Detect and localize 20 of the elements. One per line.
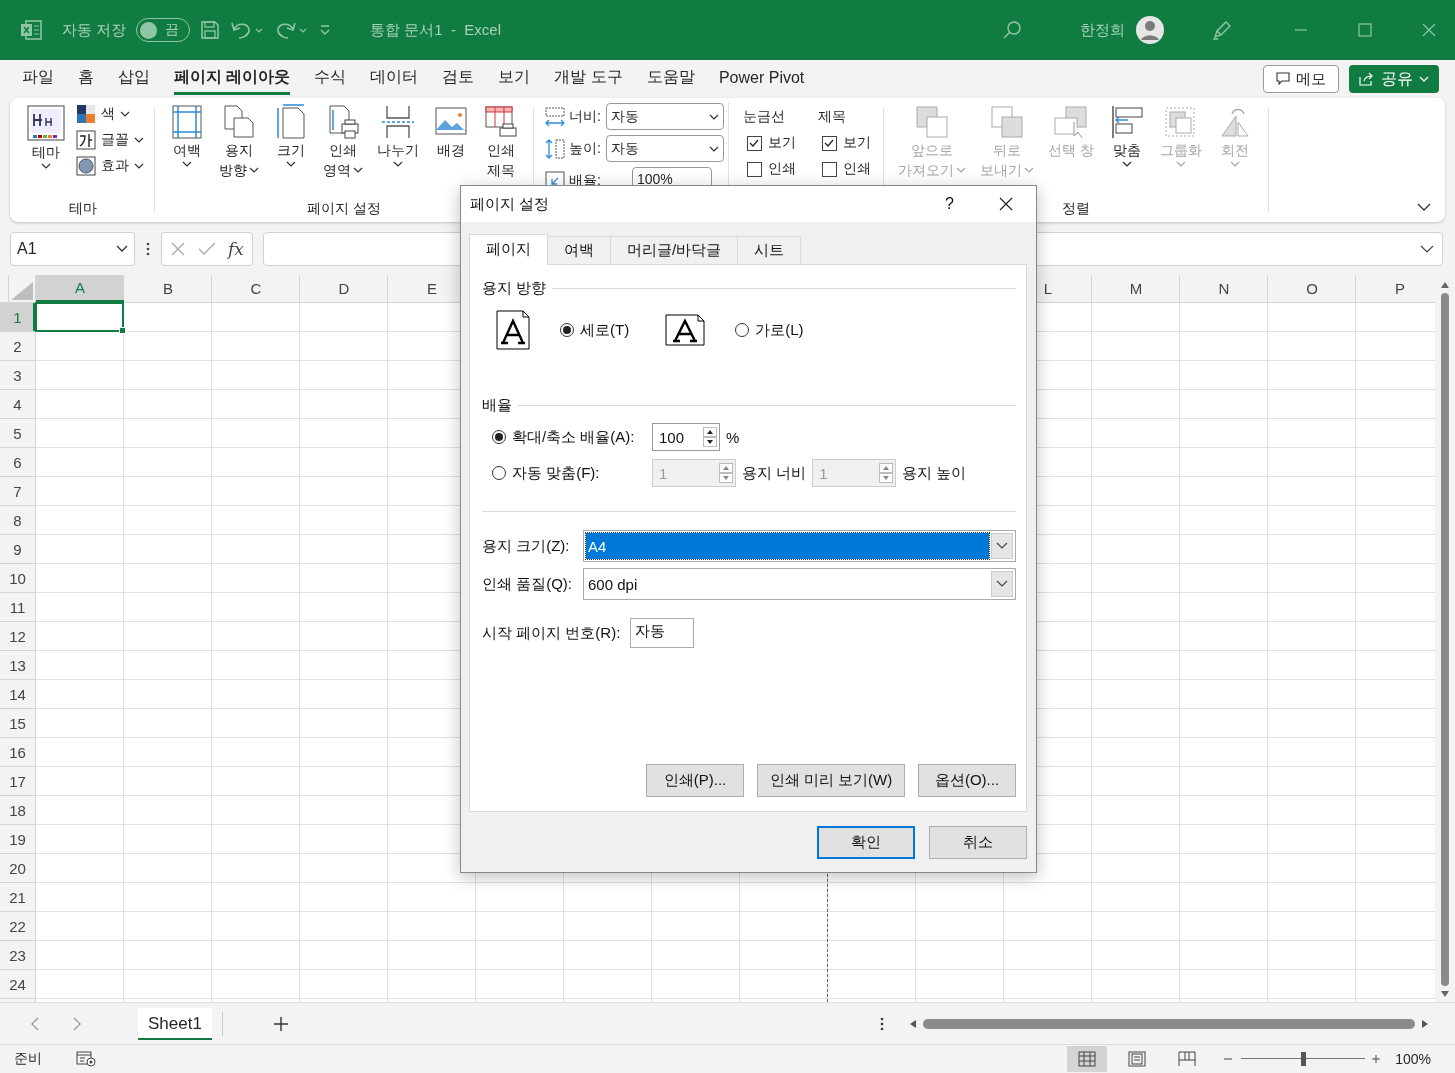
paper-size-label: 용지 크기(Z): [482, 536, 571, 556]
pages-wide-label: 용지 너비 [742, 463, 807, 483]
dialog-title: 페이지 설정 [470, 194, 550, 214]
first-page-label: 시작 페이지 번호(R): [482, 623, 621, 643]
window-title: 통합 문서1 - Excel [370, 20, 502, 40]
percent-sign: % [726, 428, 740, 446]
option-heading: 제목 [817, 108, 847, 126]
height-label: 높이: [569, 139, 601, 158]
group-label: 테마 [69, 199, 97, 218]
section-heading: 용지 방향 [482, 279, 547, 298]
print-quality-label: 인쇄 품질(Q): [482, 574, 573, 594]
pages-tall-label: 용지 높이 [902, 463, 967, 483]
status-text: 준비 [14, 1049, 42, 1068]
group-label: 정렬 [1061, 199, 1090, 218]
group-label: 페이지 설정 [307, 199, 381, 218]
user-name: 한정희 [1080, 20, 1125, 40]
width-label: 너비: [569, 107, 601, 126]
section-heading: 배율 [482, 396, 512, 415]
autosave-label: 자동 저장 [62, 20, 127, 40]
option-heading: 눈금선 [742, 108, 786, 126]
